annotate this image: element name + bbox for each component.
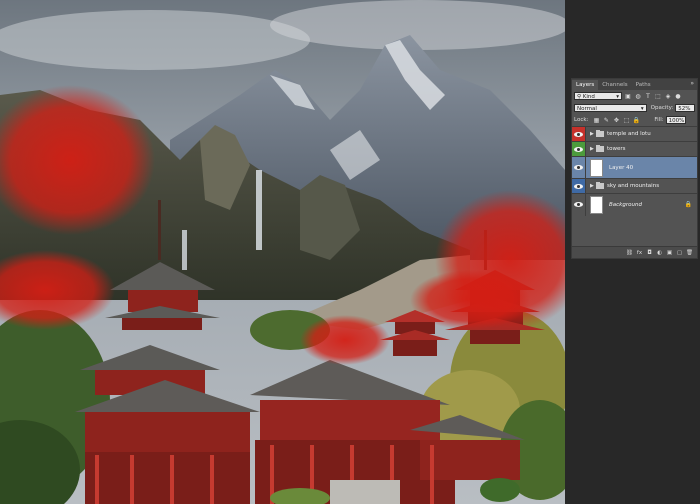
double-chevron-icon[interactable]: » bbox=[690, 80, 694, 87]
folder-icon bbox=[596, 145, 604, 152]
opacity-label: Opacity: bbox=[650, 105, 674, 111]
temple-landscape-artwork bbox=[0, 0, 565, 504]
tab-paths[interactable]: Paths bbox=[632, 80, 655, 90]
document-canvas[interactable] bbox=[0, 0, 565, 504]
lock-all-icon[interactable]: 🔒 bbox=[632, 116, 640, 124]
type-filter-icon[interactable]: T bbox=[644, 92, 652, 100]
eye-icon bbox=[574, 165, 583, 170]
visibility-toggle[interactable] bbox=[572, 142, 586, 156]
layer-row-background[interactable]: Background 🔒 bbox=[572, 193, 697, 216]
shape-filter-icon[interactable]: ⬚ bbox=[654, 92, 662, 100]
pixel-filter-icon[interactable]: ▣ bbox=[624, 92, 632, 100]
smart-object-filter-icon[interactable]: ◈ bbox=[664, 92, 672, 100]
eye-icon bbox=[574, 202, 583, 207]
layer-name: Layer 40 bbox=[609, 164, 634, 171]
mask-icon[interactable]: ◘ bbox=[646, 249, 653, 256]
tab-channels[interactable]: Channels bbox=[598, 80, 631, 90]
lock-transparent-icon[interactable]: ▦ bbox=[592, 116, 600, 124]
blend-opacity-row: Normal ▾ Opacity: 52% bbox=[572, 102, 697, 114]
layer-thumbnail bbox=[590, 158, 603, 177]
fill-field[interactable]: 100% bbox=[665, 116, 686, 124]
adjustment-filter-icon[interactable]: ◍ bbox=[634, 92, 642, 100]
visibility-toggle[interactable] bbox=[572, 193, 586, 216]
lock-artboard-icon[interactable]: ⬚ bbox=[622, 116, 630, 124]
link-icon[interactable]: ⛓ bbox=[626, 249, 633, 256]
eye-icon bbox=[574, 183, 583, 189]
layer-row-sky-and-mountains[interactable]: ▶ sky and mountains bbox=[572, 178, 697, 193]
eye-icon bbox=[574, 146, 583, 152]
layer-name: sky and mountains bbox=[607, 183, 660, 189]
trash-icon[interactable]: 🗑 bbox=[686, 249, 693, 256]
lock-fill-row: Lock: ▦ ✎ ✥ ⬚ 🔒 Fill: 100% bbox=[572, 114, 697, 126]
folder-icon bbox=[596, 130, 604, 137]
filter-toggle-icon[interactable]: ● bbox=[674, 92, 682, 100]
layer-name: Background bbox=[609, 201, 642, 208]
panel-tabs: Layers Channels Paths » bbox=[572, 79, 697, 90]
adjustment-icon[interactable]: ◐ bbox=[656, 249, 663, 256]
new-group-icon[interactable]: ▣ bbox=[666, 249, 673, 256]
fx-icon[interactable]: fx bbox=[636, 249, 643, 256]
layer-row-towers[interactable]: ▶ towers bbox=[572, 141, 697, 156]
layer-name: temple and lotu bbox=[607, 131, 651, 137]
lock-position-icon[interactable]: ✥ bbox=[612, 116, 620, 124]
layer-filter-row: ⚲ Kind ▾ ▣ ◍ T ⬚ ◈ ● bbox=[572, 90, 697, 102]
visibility-toggle[interactable] bbox=[572, 156, 586, 179]
layer-thumbnail bbox=[590, 195, 603, 214]
chevron-down-icon: ▾ bbox=[616, 94, 619, 100]
folder-icon bbox=[596, 182, 604, 189]
chevron-down-icon: ▾ bbox=[640, 106, 644, 112]
lock-image-icon[interactable]: ✎ bbox=[602, 116, 610, 124]
layer-name: towers bbox=[607, 146, 626, 152]
filter-kind-select[interactable]: ⚲ Kind ▾ bbox=[574, 92, 622, 100]
new-layer-icon[interactable]: ▢ bbox=[676, 249, 683, 256]
visibility-toggle[interactable] bbox=[572, 127, 586, 141]
layers-panel-footer: ⛓ fx ◘ ◐ ▣ ▢ 🗑 bbox=[572, 246, 697, 258]
blend-mode-select[interactable]: Normal ▾ bbox=[574, 104, 647, 112]
opacity-field[interactable]: 52% bbox=[675, 104, 695, 112]
lock-label: Lock: bbox=[574, 117, 589, 123]
eye-icon bbox=[574, 131, 583, 137]
fill-label: Fill: bbox=[654, 117, 664, 123]
tab-layers[interactable]: Layers bbox=[572, 80, 599, 90]
layer-row-layer-40[interactable]: Layer 40 bbox=[572, 156, 697, 179]
visibility-toggle[interactable] bbox=[572, 179, 586, 193]
layer-row-temple-and-lotu[interactable]: ▶ temple and lotu bbox=[572, 126, 697, 141]
lock-icon: 🔒 bbox=[684, 201, 692, 208]
layers-panel: Layers Channels Paths » ⚲ Kind ▾ ▣ ◍ T ⬚ … bbox=[571, 78, 698, 259]
